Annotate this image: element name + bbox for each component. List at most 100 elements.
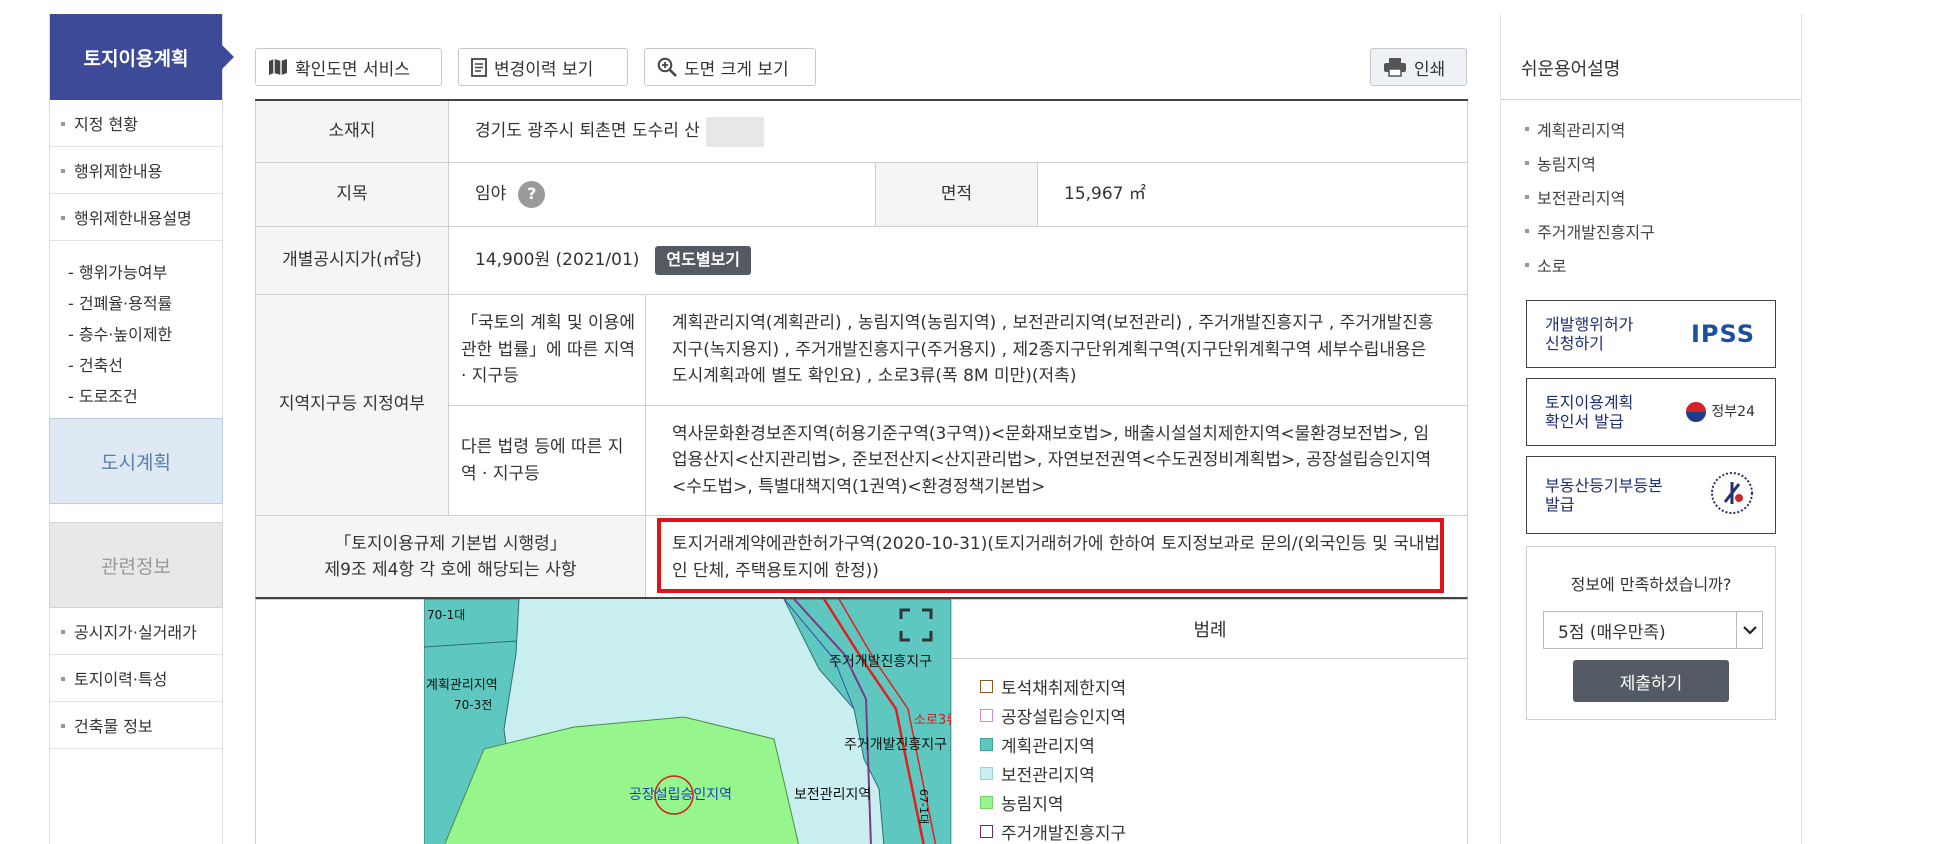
sidebar-subitem-building-line[interactable]: - 건축선 xyxy=(68,348,222,379)
decree-label-line2: 제9조 제4항 각 호에 해당되는 사항 xyxy=(324,559,577,580)
glossary-title: 쉬운용어설명 xyxy=(1501,14,1801,100)
map-label-zone1: 계획관리지역 xyxy=(426,678,498,693)
jimok-label: 지목 xyxy=(256,163,449,226)
gov-emblem-icon xyxy=(1686,402,1707,422)
document-icon xyxy=(471,57,487,77)
sidebar-item-land-price[interactable]: 공시지가·실거래가 xyxy=(50,608,222,655)
history-button[interactable]: 변경이력 보기 xyxy=(458,48,628,86)
registry-card[interactable]: 부동산등기부등본 발급 xyxy=(1526,456,1776,534)
land-use-map[interactable]: 70-1대 계획관리지역 70-3전 주거개발진흥지구 주거개발진흥지구 공장설… xyxy=(424,599,951,844)
sidebar-subitem-allowed[interactable]: - 행위가능여부 xyxy=(68,255,222,286)
map-label-factory: 공장설립승인지역 xyxy=(629,787,732,803)
zone-detail: 「국토의 계획 및 이용에 관한 법률」에 따른 지역 · 지구등 계획관리지역… xyxy=(449,295,1467,515)
decree-label-line1: 「토지이용규제 기본법 시행령」 xyxy=(334,534,567,554)
map-icon xyxy=(269,59,287,75)
court-emblem-icon xyxy=(1709,470,1755,520)
gov24-line2: 확인서 발급 xyxy=(1545,412,1624,431)
print-label: 인쇄 xyxy=(1414,59,1446,80)
blurred-lot-number xyxy=(705,116,764,147)
legend-item: 공장설립승인지역 xyxy=(980,701,1468,730)
sidebar-item-restrictions[interactable]: 행위제한내용 xyxy=(50,147,222,194)
location-label: 소재지 xyxy=(256,101,449,162)
gov24-logo-text: 정부24 xyxy=(1711,403,1755,420)
glossary-term[interactable]: 보전관리지역 xyxy=(1525,180,1801,214)
area-value: 15,967 ㎡ xyxy=(1064,184,1146,205)
location-value: 경기도 광주시 퇴촌면 도수리 산 xyxy=(475,121,700,142)
sidebar-related-info[interactable]: 관련정보 xyxy=(49,522,223,608)
print-button[interactable]: 인쇄 xyxy=(1370,48,1467,86)
zoom-map-button[interactable]: 도면 크게 보기 xyxy=(644,48,816,86)
legend-label: 토석채취제한지역 xyxy=(1001,679,1127,699)
right-sidebar: 쉬운용어설명 계획관리지역 농림지역 보전관리지역 주거개발진흥지구 소로 개발… xyxy=(1500,14,1802,844)
legend-item: 계획관리지역 xyxy=(980,730,1468,759)
legend-label: 주거개발진흥지구 xyxy=(1001,824,1127,844)
map-label-dev1: 주거개발진흥지구 xyxy=(829,654,932,670)
ipss-logo: IPSS xyxy=(1690,319,1755,348)
history-label: 변경이력 보기 xyxy=(494,59,594,80)
help-icon[interactable]: ? xyxy=(518,181,546,208)
sidebar-subitems: - 행위가능여부 - 건폐율·용적률 - 층수·높이제한 - 건축선 - 도로조… xyxy=(50,241,222,418)
year-view-button[interactable]: 연도별보기 xyxy=(655,246,752,275)
survey-rating-select[interactable]: 5점 (매우만족) xyxy=(1543,611,1763,649)
sidebar-subitem-coverage[interactable]: - 건폐율·용적률 xyxy=(68,286,222,317)
map-label-conserve: 보전관리지역 xyxy=(794,787,871,803)
price-value: 14,900원 (2021/01) xyxy=(475,250,640,271)
law2-label: 다른 법령 등에 따른 지역 · 지구등 xyxy=(449,406,646,515)
sidebar-city-plan[interactable]: 도시계획 xyxy=(49,418,223,504)
map-label-dev2: 주거개발진흥지구 xyxy=(844,737,947,753)
glossary-term[interactable]: 주거개발진흥지구 xyxy=(1525,214,1801,248)
map-label-road: 소로3류 xyxy=(914,713,951,728)
jimok-value-cell: 임야 ? xyxy=(449,163,876,226)
sidebar-item-restriction-desc[interactable]: 행위제한내용설명 xyxy=(50,194,222,241)
glossary-term[interactable]: 계획관리지역 xyxy=(1525,112,1801,146)
printer-icon xyxy=(1384,58,1406,77)
survey-submit-button[interactable]: 제출하기 xyxy=(1573,660,1729,702)
zoom-map-label: 도면 크게 보기 xyxy=(684,59,789,80)
sidebar-subitem-height[interactable]: - 층수·높이제한 xyxy=(68,317,222,348)
gov24-card[interactable]: 토지이용계획 확인서 발급 정부24 xyxy=(1526,378,1776,446)
sidebar-item-land-history[interactable]: 토지이력·특성 xyxy=(50,655,222,702)
law2-value: 역사문화환경보존지역(허용기준구역(3구역))<문화재보호법>, 배출시설설치제… xyxy=(672,423,1432,497)
confirm-map-label: 확인도면 서비스 xyxy=(295,59,410,80)
legend-item: 토석채취제한지역 xyxy=(980,672,1468,701)
area-label: 면적 xyxy=(876,163,1038,226)
gov24-logo: 정부24 xyxy=(1685,401,1755,423)
law2-row: 다른 법령 등에 따른 지역 · 지구등 역사문화환경보존지역(허용기준구역(3… xyxy=(449,406,1467,515)
glossary-term[interactable]: 농림지역 xyxy=(1525,146,1801,180)
glossary-list: 계획관리지역 농림지역 보전관리지역 주거개발진흥지구 소로 xyxy=(1501,100,1801,282)
sidebar-item-building-info[interactable]: 건축물 정보 xyxy=(50,702,222,749)
confirm-map-button[interactable]: 확인도면 서비스 xyxy=(255,48,442,86)
legend-list: 토석채취제한지역 공장설립승인지역 계획관리지역 보전관리지역 농림지역 주거개… xyxy=(952,659,1468,844)
map-legend: 범례 토석채취제한지역 공장설립승인지역 계획관리지역 보전관리지역 농림지역 … xyxy=(951,599,1468,844)
law1-row: 「국토의 계획 및 이용에 관한 법률」에 따른 지역 · 지구등 계획관리지역… xyxy=(449,295,1467,406)
price-value-cell: 14,900원 (2021/01) 연도별보기 xyxy=(449,227,1467,294)
dev-permit-card[interactable]: 개발행위허가 신청하기 IPSS xyxy=(1526,300,1776,368)
legend-label: 계획관리지역 xyxy=(1001,737,1095,757)
price-label: 개별공시지가(㎡당) xyxy=(256,227,449,294)
sidebar-item-designation[interactable]: 지정 현황 xyxy=(50,100,222,147)
dev-permit-line2: 신청하기 xyxy=(1545,334,1604,353)
sidebar-subitem-road[interactable]: - 도로조건 xyxy=(68,379,222,410)
glossary-term[interactable]: 소로 xyxy=(1525,248,1801,282)
law1-value: 계획관리지역(계획관리) , 농림지역(농림지역) , 보전관리지역(보전관리)… xyxy=(672,313,1434,387)
satisfaction-survey: 정보에 만족하셨습니까? 5점 (매우만족) 제출하기 xyxy=(1526,546,1776,720)
sidebar-title[interactable]: 토지이용계획 xyxy=(50,14,234,100)
dev-permit-line1: 개발행위허가 xyxy=(1545,314,1634,334)
row-jimok: 지목 임야 ? 면적 15,967 ㎡ xyxy=(255,163,1468,227)
gov24-text: 토지이용계획 확인서 발급 xyxy=(1545,393,1633,431)
chevron-down-icon xyxy=(1736,612,1762,648)
map-section: 70-1대 계획관리지역 70-3전 주거개발진흥지구 주거개발진흥지구 공장설… xyxy=(255,597,1468,844)
legend-swatch xyxy=(980,709,993,722)
legend-swatch xyxy=(980,738,993,751)
fullscreen-icon[interactable] xyxy=(898,607,934,643)
legend-swatch xyxy=(980,825,993,838)
map-label-lot2: 70-3전 xyxy=(454,698,492,712)
row-location: 소재지 경기도 광주시 퇴촌면 도수리 산 xyxy=(255,101,1468,163)
map-label-lot1: 70-1대 xyxy=(427,608,465,622)
legend-label: 보전관리지역 xyxy=(1001,766,1095,786)
legend-swatch xyxy=(980,680,993,693)
map-label-lot3: 67-1대 xyxy=(917,789,930,824)
registry-text: 부동산등기부등본 발급 xyxy=(1545,476,1663,514)
law1-label: 「국토의 계획 및 이용에 관한 법률」에 따른 지역 · 지구등 xyxy=(449,295,646,405)
decree-label: 「토지이용규제 기본법 시행령」 제9조 제4항 각 호에 해당되는 사항 xyxy=(256,516,646,599)
